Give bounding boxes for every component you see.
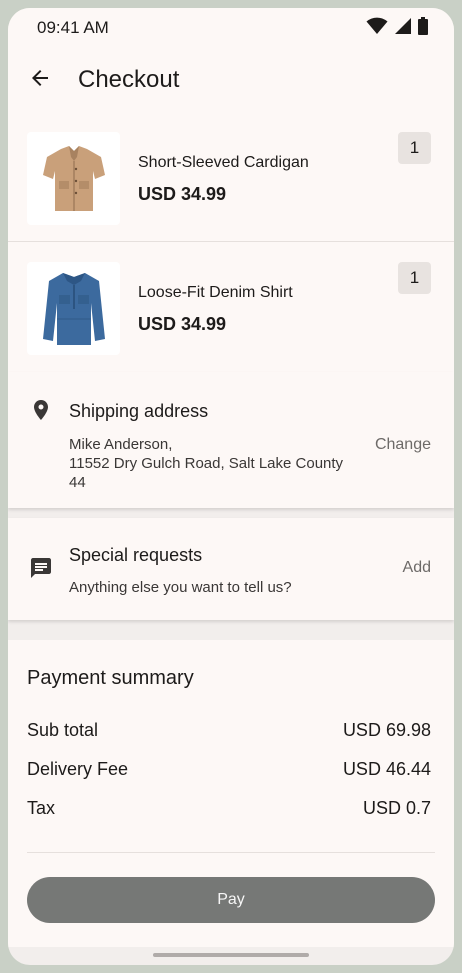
shipping-recipient-name: Mike Anderson, — [69, 436, 173, 453]
special-requests-card: Special requests Anything else you want … — [8, 518, 454, 620]
quantity-badge[interactable]: 1 — [398, 262, 431, 294]
add-request-button[interactable]: Add — [403, 559, 431, 577]
special-requests-subtitle: Anything else you want to tell us? — [69, 579, 292, 596]
app-bar: Checkout — [8, 48, 454, 112]
arrow-back-icon — [28, 66, 52, 95]
cart-item[interactable]: Short-Sleeved Cardigan USD 34.99 1 — [8, 112, 454, 242]
payment-summary: Payment summary Sub total USD 69.98 Deli… — [8, 640, 454, 947]
product-name: Short-Sleeved Cardigan — [138, 154, 309, 171]
status-time: 09:41 AM — [37, 18, 109, 37]
phone-screen: 09:41 AM Checkout Short-Sleeved Cardigan… — [8, 8, 454, 965]
pay-button[interactable]: Pay — [27, 877, 435, 923]
special-requests-title: Special requests — [69, 545, 203, 565]
shipping-address-title: Shipping address — [69, 401, 209, 421]
home-indicator[interactable] — [153, 953, 309, 957]
payment-summary-title: Payment summary — [27, 667, 194, 689]
summary-row-delivery-fee: Delivery Fee USD 46.44 — [27, 759, 431, 783]
summary-label: Delivery Fee — [27, 759, 129, 779]
summary-value: USD 46.44 — [342, 759, 431, 779]
change-address-button[interactable]: Change — [375, 436, 431, 454]
product-name: Loose-Fit Denim Shirt — [138, 284, 293, 301]
summary-value: USD 69.98 — [342, 720, 431, 740]
shipping-address-line: 11552 Dry Gulch Road, Salt Lake County — [69, 455, 344, 472]
summary-label: Sub total — [27, 720, 99, 740]
denim-shirt-image — [27, 262, 120, 355]
shipping-address-card: Shipping address Mike Anderson, 11552 Dr… — [8, 372, 454, 508]
summary-value: USD 0.7 — [362, 798, 431, 818]
location-pin-icon — [27, 396, 55, 424]
summary-label: Tax — [27, 798, 56, 818]
status-icons — [366, 16, 428, 40]
status-bar: 09:41 AM — [8, 8, 454, 48]
product-price: USD 34.99 — [138, 314, 227, 334]
page-title: Checkout — [78, 66, 180, 93]
summary-row-tax: Tax USD 0.7 — [27, 798, 431, 822]
summary-row-subtotal: Sub total USD 69.98 — [27, 720, 431, 744]
quantity-badge[interactable]: 1 — [398, 132, 431, 164]
shipping-address-line-2: 44 — [69, 474, 86, 491]
back-button[interactable] — [24, 64, 56, 96]
divider — [27, 852, 435, 853]
cellular-signal-icon — [394, 17, 412, 40]
cardigan-image — [27, 132, 120, 225]
product-price: USD 34.99 — [138, 184, 227, 204]
cart-item[interactable]: Loose-Fit Denim Shirt USD 34.99 1 — [8, 242, 454, 372]
wifi-icon — [366, 17, 388, 40]
battery-icon — [418, 16, 428, 40]
message-icon — [27, 554, 55, 582]
